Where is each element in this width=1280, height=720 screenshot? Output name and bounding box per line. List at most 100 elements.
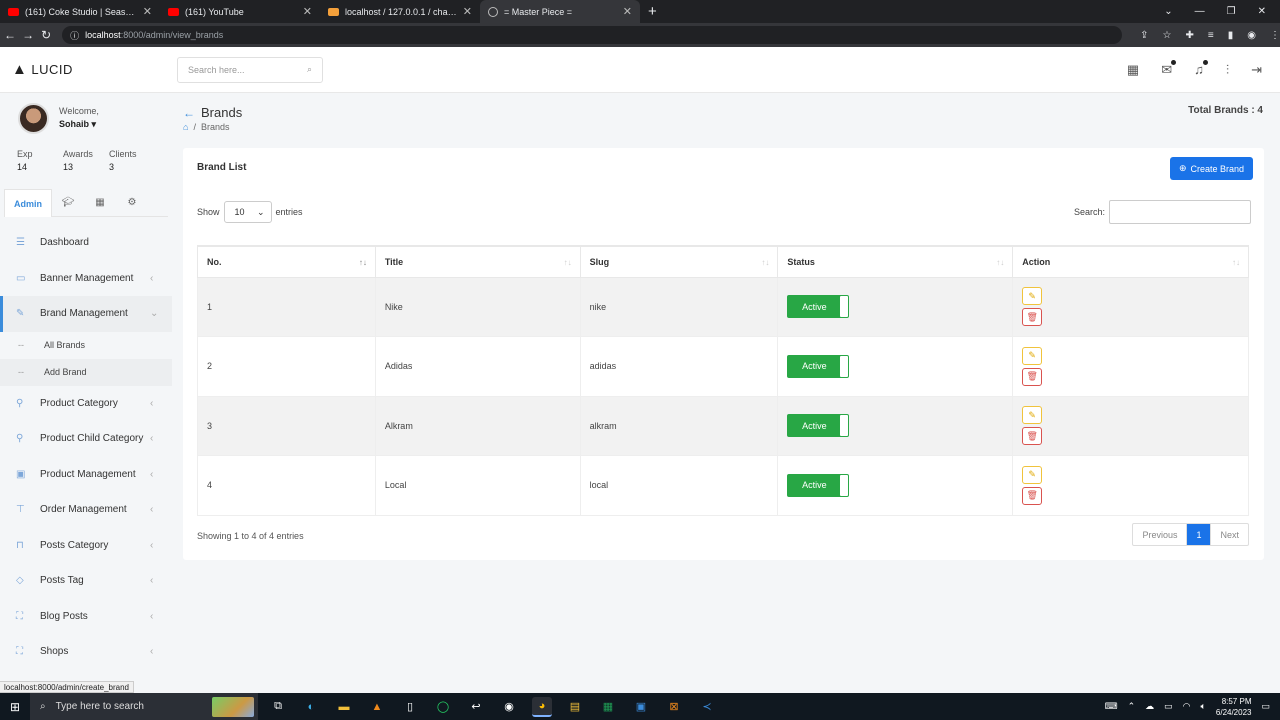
whatsapp-icon[interactable]: ◯	[433, 697, 453, 717]
sliders-icon[interactable]: ⫶	[1226, 62, 1229, 78]
graduation-cap-icon[interactable]: 🎓︎	[52, 189, 84, 217]
minimize-icon[interactable]: —	[1195, 6, 1205, 17]
file-explorer-icon[interactable]: ▬	[334, 697, 354, 717]
create-brand-button[interactable]: ⊕ Create Brand	[1170, 157, 1253, 180]
share-icon[interactable]: ⇪	[1140, 30, 1148, 41]
column-header-action[interactable]: Action ↑↓	[1012, 245, 1249, 278]
new-tab-button[interactable]: +	[640, 0, 665, 23]
calendar-icon[interactable]: ▦	[1127, 62, 1139, 78]
app-icon[interactable]: ▣	[631, 697, 651, 717]
status-toggle[interactable]: Active	[787, 473, 850, 497]
column-header-status[interactable]: Status ↑↓	[777, 245, 1014, 278]
edit-button[interactable]: ✎	[1022, 406, 1043, 425]
media-icon[interactable]: ≡	[1208, 30, 1214, 41]
edit-button[interactable]: ✎	[1022, 346, 1043, 365]
mail-icon[interactable]: ✉	[1161, 59, 1177, 78]
chevron-down-icon[interactable]: ⌄	[1164, 6, 1172, 17]
edit-button[interactable]: ✎	[1022, 465, 1043, 484]
submenu-item-add-brand[interactable]: -- Add Brand	[0, 358, 172, 386]
forward-icon[interactable]: →	[20, 28, 36, 42]
volume-icon[interactable]: 🔈︎	[1200, 701, 1205, 712]
vlc-icon[interactable]: ▲	[367, 697, 387, 717]
taskbar-search[interactable]: ⌕ Type here to search	[30, 693, 258, 720]
edge-icon[interactable]: ◐	[301, 697, 321, 717]
delete-button[interactable]: 🗑︎	[1022, 367, 1043, 386]
sidebar-item-product-management[interactable]: ▣ Product Management ‹	[0, 457, 172, 493]
notifications-icon[interactable]: ▭	[1261, 701, 1270, 712]
status-toggle[interactable]: Active	[787, 354, 850, 378]
sidebar-item-product-category[interactable]: ⚲ Product Category ‹	[0, 386, 172, 422]
bell-icon[interactable]: ♫	[1194, 59, 1208, 78]
sidebar-item-banner-management[interactable]: ▭ Banner Management ‹	[0, 261, 172, 297]
task-view-icon[interactable]: ⧉	[268, 697, 288, 717]
logout-icon[interactable]: ⇥	[1251, 62, 1262, 78]
chrome-icon[interactable]: ◕	[532, 696, 552, 717]
browser-tab[interactable]: (161) Coke Studio | Season 14 | T ✕	[0, 0, 160, 23]
browser-tab[interactable]: localhost / 127.0.0.1 / chatapplic ✕	[320, 0, 480, 23]
extensions-icon[interactable]: ✚	[1186, 30, 1194, 41]
url-field[interactable]: ⓘ localhost :8000/admin/view_brands	[62, 26, 1123, 44]
keyboard-icon[interactable]: ⌨	[1105, 701, 1118, 712]
app-icon[interactable]: ↩	[466, 697, 486, 717]
profile-icon[interactable]: ◉	[1247, 30, 1256, 41]
browser-tab[interactable]: (161) YouTube ✕	[160, 0, 320, 23]
sidebar-item-shops[interactable]: ⛶ Shops ‹	[0, 634, 172, 670]
close-icon[interactable]: ✕	[463, 5, 472, 18]
maximize-icon[interactable]: ❐	[1227, 6, 1236, 17]
tab-admin[interactable]: Admin	[4, 188, 52, 217]
pagination-previous[interactable]: Previous	[1133, 524, 1188, 545]
sidebar-item-order-management[interactable]: ⊤ Order Management ‹	[0, 492, 172, 528]
edit-button[interactable]: ✎	[1022, 287, 1043, 306]
notepad-icon[interactable]: ▯	[400, 697, 420, 717]
status-toggle[interactable]: Active	[787, 295, 850, 319]
chevron-up-icon[interactable]: ⌃	[1128, 701, 1136, 712]
clock[interactable]: 8:57 PM 6/24/2023	[1216, 696, 1252, 718]
delete-button[interactable]: 🗑︎	[1022, 308, 1043, 327]
sidebar-item-brand-management[interactable]: ✎ Brand Management ⌄	[0, 296, 172, 332]
menu-icon[interactable]: ⋮	[1270, 30, 1280, 41]
grid-icon[interactable]: ▦	[84, 189, 116, 217]
pagination-next[interactable]: Next	[1210, 524, 1248, 545]
search-input[interactable]: Search here... ⌕	[177, 56, 323, 83]
star-icon[interactable]: ☆	[1163, 30, 1172, 41]
sidebar-item-posts-category[interactable]: ⊓ Posts Category ‹	[0, 528, 172, 564]
table-search-input[interactable]	[1109, 200, 1251, 224]
app-icon[interactable]: ▤	[565, 697, 585, 717]
sidepanel-icon[interactable]: ▮	[1228, 30, 1234, 41]
arrow-left-icon[interactable]: ←	[183, 106, 195, 120]
obs-icon[interactable]: ◉	[499, 697, 519, 717]
close-window-icon[interactable]: ✕	[1258, 6, 1266, 17]
close-icon[interactable]: ✕	[143, 5, 152, 18]
close-icon[interactable]: ✕	[623, 5, 632, 18]
close-icon[interactable]: ✕	[303, 5, 312, 18]
delete-button[interactable]: 🗑︎	[1022, 427, 1043, 446]
vscode-icon[interactable]: ≺	[697, 697, 717, 717]
reload-icon[interactable]: ↻	[38, 28, 54, 42]
sidebar-item-dashboard[interactable]: ☰ Dashboard	[0, 225, 172, 261]
browser-tab-active[interactable]: = Master Piece = ✕	[480, 0, 640, 23]
sidebar-item-product-child-category[interactable]: ⚲ Product Child Category ‹	[0, 421, 172, 457]
user-dropdown[interactable]: Sohaib ▾	[59, 119, 99, 130]
home-icon[interactable]: ⌂	[183, 122, 188, 132]
windows-start-icon[interactable]: ⊞	[0, 700, 30, 714]
submenu-item-all-brands[interactable]: -- All Brands	[0, 332, 172, 359]
xampp-icon[interactable]: ⊠	[664, 697, 684, 717]
excel-icon[interactable]: ▦	[598, 697, 618, 717]
back-icon[interactable]: ←	[2, 28, 18, 42]
status-toggle[interactable]: Active	[787, 414, 850, 438]
entries-select[interactable]: 10 ⌄	[223, 201, 272, 223]
delete-button[interactable]: 🗑︎	[1022, 486, 1043, 505]
pagination-page-current[interactable]: 1	[1187, 524, 1211, 545]
column-header-no[interactable]: No. ↑↓	[197, 245, 376, 278]
column-header-title[interactable]: Title ↑↓	[374, 245, 581, 278]
sidebar-item-blog-posts[interactable]: ⛶ Blog Posts ‹	[0, 599, 172, 635]
info-icon[interactable]: ⓘ	[70, 29, 79, 42]
network-icon[interactable]: ▭	[1164, 701, 1173, 712]
column-header-slug[interactable]: Slug ↑↓	[579, 245, 779, 278]
sidebar-item-posts-tag[interactable]: ◇ Posts Tag ‹	[0, 563, 172, 599]
logo[interactable]: ▲ LUCID	[0, 61, 178, 78]
gear-icon[interactable]: ⚙	[116, 189, 148, 217]
wifi-icon[interactable]: ◠	[1183, 701, 1191, 712]
cell-no: 4	[197, 455, 376, 516]
cloud-icon[interactable]: ☁	[1145, 701, 1154, 712]
